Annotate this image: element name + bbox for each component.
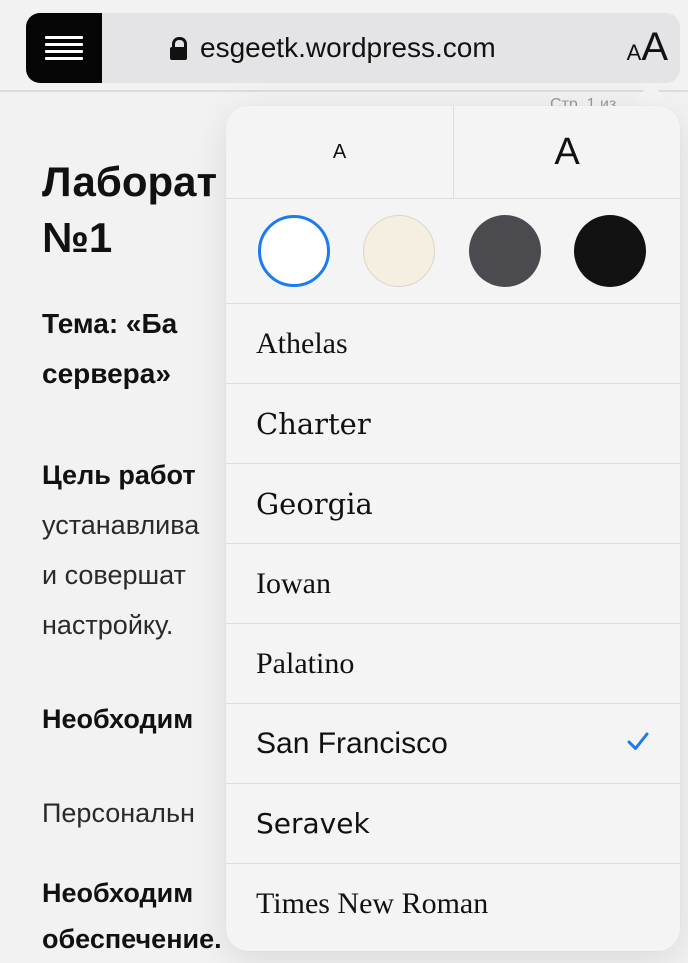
reader-settings-popover: A A Athelas Charter Georgia Iowan Palati… [226,106,680,951]
text-size-small-glyph: A [626,40,642,65]
article-goal-line-3: и совершат [42,560,186,590]
font-option-label: Charter [256,407,371,441]
font-option-times-new-roman[interactable]: Times New Roman [226,864,680,944]
article-goal-line-1: Цель работ [42,460,196,490]
article-title-line-2: №1 [42,214,113,261]
font-option-iowan[interactable]: Iowan [226,544,680,624]
font-option-label: Times New Roman [256,887,489,920]
theme-sepia-button[interactable] [363,215,435,287]
url-field[interactable]: esgeetk.wordpress.com [170,29,496,67]
theme-white-button[interactable] [258,215,330,287]
increase-text-size-label: A [554,130,580,173]
article-goal-line-2: устанавлива [42,510,200,540]
lock-icon [170,37,187,60]
text-size-large-glyph: A [641,25,668,69]
font-option-palatino[interactable]: Palatino [226,624,680,704]
article-title-line-1: Лаборат [42,158,218,205]
theme-gray-button[interactable] [469,215,541,287]
checkmark-icon [627,732,649,750]
font-option-san-francisco[interactable]: San Francisco [226,704,680,784]
font-option-label: Georgia [256,487,373,521]
address-bar[interactable]: esgeetk.wordpress.com AA [26,13,680,83]
font-option-label: Iowan [256,567,331,600]
font-option-athelas[interactable]: Athelas [226,304,680,384]
article-goal-line-4: настройку. [42,610,174,640]
font-option-georgia[interactable]: Georgia [226,464,680,544]
increase-text-size-button[interactable]: A [454,106,680,198]
text-size-button[interactable]: AA [606,23,668,71]
font-option-label: Athelas [256,327,348,360]
decrease-text-size-label: A [332,140,347,163]
text-size-row: A A [226,106,680,199]
article-topic-line-2: сервера» [42,358,171,389]
article-required-heading-2: Необходим [42,878,194,908]
article-required-heading-1: Необходим [42,704,194,734]
font-option-charter[interactable]: Charter [226,384,680,464]
decrease-text-size-button[interactable]: A [226,106,454,198]
theme-row [226,199,680,304]
font-list: Athelas Charter Georgia Iowan Palatino S… [226,304,680,944]
article-personal-text: Персональн [42,798,195,828]
font-option-label: Palatino [256,647,355,680]
article-required-heading-2-cont: обеспечение. [42,924,222,954]
font-option-label: Seravek [256,807,370,840]
url-text: esgeetk.wordpress.com [200,32,496,63]
font-option-label: San Francisco [256,727,448,760]
reader-view-button[interactable] [26,13,102,83]
font-option-seravek[interactable]: Seravek [226,784,680,864]
theme-night-button[interactable] [574,215,646,287]
article-topic-line-1: Тема: «Ба [42,308,178,339]
